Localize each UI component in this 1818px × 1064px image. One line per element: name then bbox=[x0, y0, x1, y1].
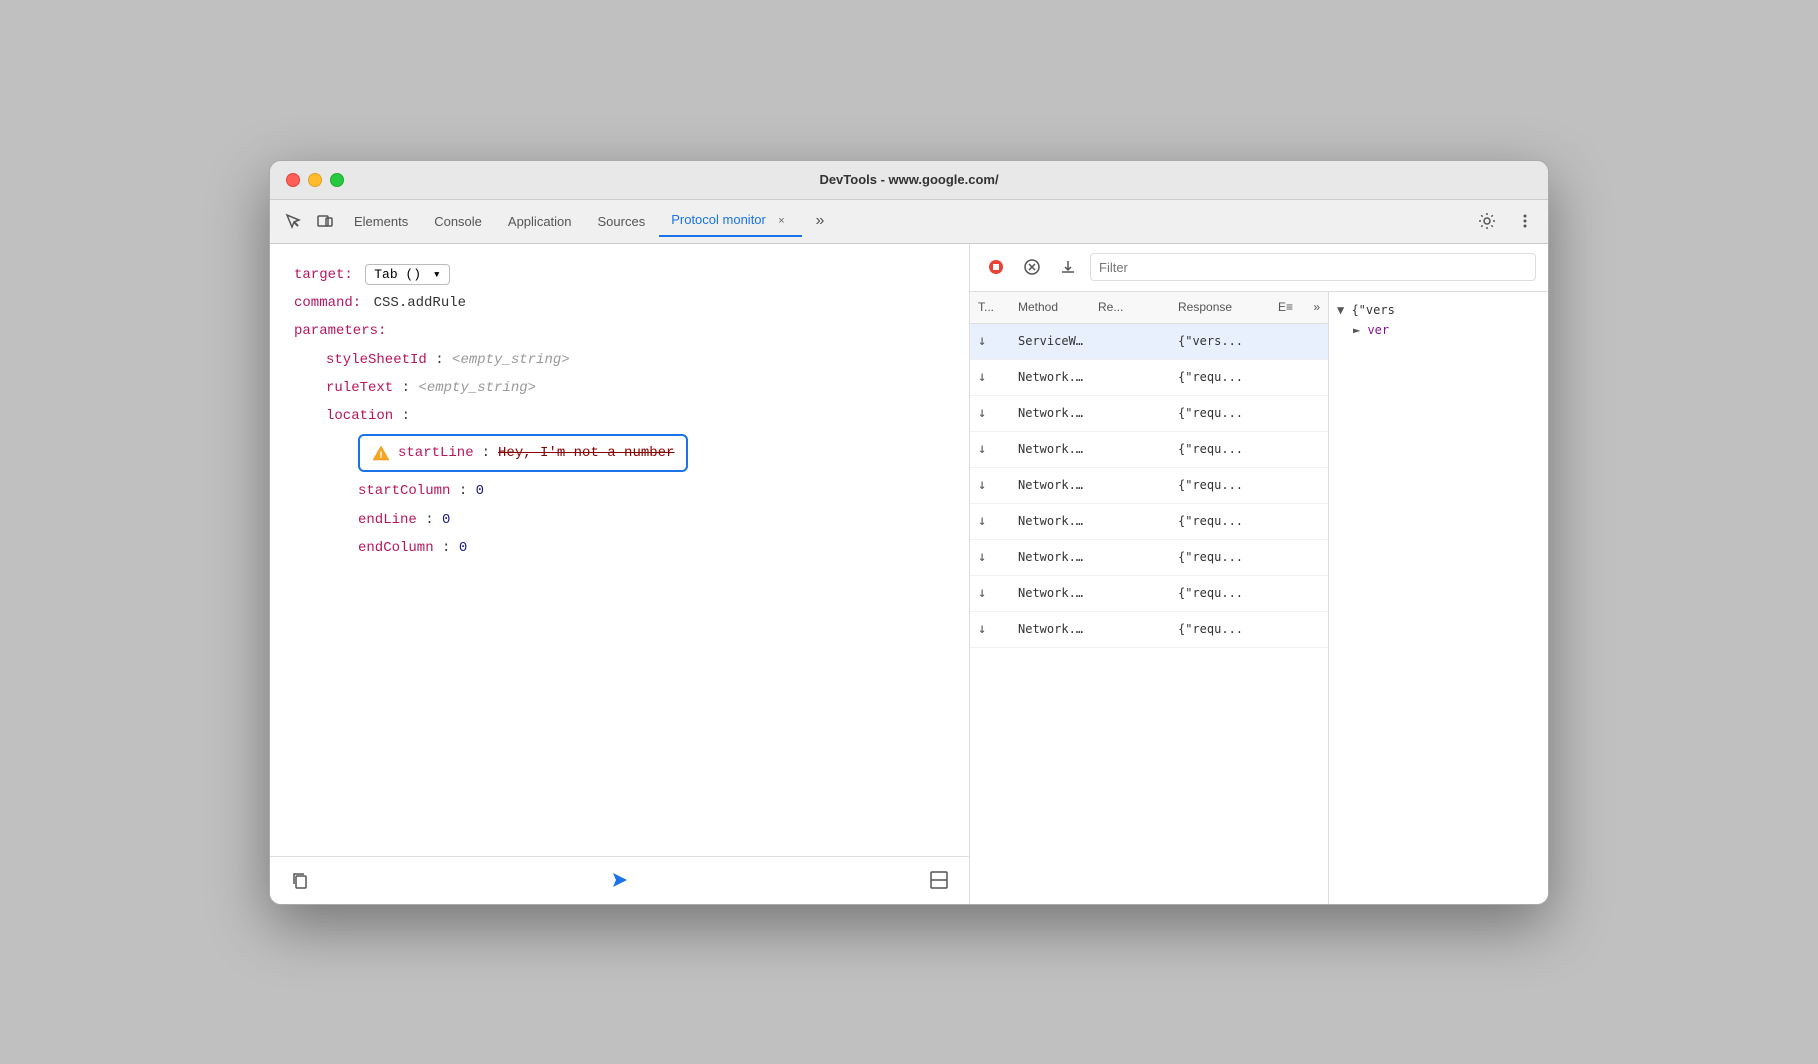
table-row[interactable]: ↓ Network.re... {"requ... bbox=[970, 360, 1328, 396]
col-extra: E≡ » bbox=[1274, 300, 1324, 314]
table-row[interactable]: ↓ Network.re... {"requ... bbox=[970, 396, 1328, 432]
traffic-lights bbox=[286, 173, 344, 187]
settings-icon[interactable] bbox=[1472, 206, 1502, 236]
table-row[interactable]: ↓ ServiceWo... {"vers... bbox=[970, 324, 1328, 360]
param-endColumn: endColumn : 0 bbox=[358, 537, 945, 559]
left-panel: target: Tab () ▾ command: CSS.addRule bbox=[270, 244, 970, 904]
col-request: Re... bbox=[1094, 300, 1174, 314]
protocol-table[interactable]: T... Method Re... Response E≡ » ↓ Servic… bbox=[970, 292, 1328, 904]
tab-sources[interactable]: Sources bbox=[586, 208, 658, 235]
col-response: Response bbox=[1174, 300, 1274, 314]
warning-highlight: ! startLine : Hey, I'm not a number bbox=[358, 434, 688, 472]
svg-text:!: ! bbox=[378, 451, 384, 462]
param-startColumn: startColumn : 0 bbox=[358, 480, 945, 502]
tab-console[interactable]: Console bbox=[422, 208, 494, 235]
clear-button[interactable] bbox=[1018, 253, 1046, 281]
col-method: Method bbox=[1014, 300, 1094, 314]
target-value: Tab () bbox=[374, 267, 421, 282]
devtools-window: DevTools - www.google.com/ Elements Cons… bbox=[269, 160, 1549, 905]
detail-tree: ▼ {"vers ► ver bbox=[1337, 300, 1540, 341]
toggle-panel-icon[interactable] bbox=[925, 866, 953, 894]
tabs-bar: Elements Console Application Sources Pro… bbox=[270, 200, 1548, 244]
tab-close-icon[interactable]: × bbox=[774, 213, 790, 229]
invalid-value: Hey, I'm not a number bbox=[498, 442, 674, 464]
table-header: T... Method Re... Response E≡ » bbox=[970, 292, 1328, 324]
detail-root: ▼ {"vers bbox=[1337, 300, 1540, 320]
device-toggle-icon[interactable] bbox=[310, 206, 340, 236]
more-menu-icon[interactable] bbox=[1510, 206, 1540, 236]
right-panel: T... Method Re... Response E≡ » ↓ Servic… bbox=[970, 244, 1548, 904]
detail-child[interactable]: ► ver bbox=[1353, 320, 1540, 340]
monitor-content: T... Method Re... Response E≡ » ↓ Servic… bbox=[970, 292, 1548, 904]
send-command-button[interactable] bbox=[606, 866, 634, 894]
parameters-label: parameters: bbox=[294, 323, 386, 339]
table-row[interactable]: ↓ Network.lo... {"requ... bbox=[970, 540, 1328, 576]
target-label: target: bbox=[294, 267, 353, 283]
table-row[interactable]: ↓ Network.re... {"requ... bbox=[970, 612, 1328, 648]
row-method: ServiceWo... bbox=[1014, 334, 1094, 348]
tabs-right bbox=[1472, 206, 1540, 236]
expand-columns-button[interactable]: » bbox=[1310, 300, 1320, 314]
param-endLine: endLine : 0 bbox=[358, 509, 945, 531]
left-bottom-toolbar bbox=[270, 856, 969, 904]
filter-input[interactable] bbox=[1090, 253, 1536, 281]
param-ruleText: ruleText : <empty_string> bbox=[326, 377, 945, 399]
dropdown-arrow-icon: ▾ bbox=[433, 267, 441, 282]
command-value: CSS.addRule bbox=[374, 295, 466, 311]
table-row[interactable]: ↓ Network.re... {"requ... bbox=[970, 468, 1328, 504]
param-location: location : bbox=[326, 405, 945, 427]
stop-recording-button[interactable] bbox=[982, 253, 1010, 281]
copy-icon[interactable] bbox=[286, 866, 314, 894]
title-bar: DevTools - www.google.com/ bbox=[270, 161, 1548, 200]
detail-panel: ▼ {"vers ► ver bbox=[1328, 292, 1548, 904]
command-label: command: bbox=[294, 295, 361, 311]
main-content: target: Tab () ▾ command: CSS.addRule bbox=[270, 244, 1548, 904]
tab-elements[interactable]: Elements bbox=[342, 208, 420, 235]
parameters-line: parameters: bbox=[294, 320, 945, 342]
cursor-tool-icon[interactable] bbox=[278, 206, 308, 236]
tab-more-icon[interactable]: » bbox=[804, 206, 837, 236]
target-line: target: Tab () ▾ bbox=[294, 264, 945, 286]
target-select-box[interactable]: Tab () ▾ bbox=[365, 267, 449, 283]
row-response: {"vers... bbox=[1174, 334, 1274, 348]
param-styleSheetId: styleSheetId : <empty_string> bbox=[326, 349, 945, 371]
warning-triangle-icon: ! bbox=[372, 444, 390, 462]
command-area: target: Tab () ▾ command: CSS.addRule bbox=[270, 244, 969, 856]
minimize-button[interactable] bbox=[308, 173, 322, 187]
download-button[interactable] bbox=[1054, 253, 1082, 281]
close-button[interactable] bbox=[286, 173, 300, 187]
maximize-button[interactable] bbox=[330, 173, 344, 187]
monitor-toolbar bbox=[970, 244, 1548, 292]
window-title: DevTools - www.google.com/ bbox=[819, 172, 998, 187]
table-row[interactable]: ↓ Network.re... {"requ... bbox=[970, 432, 1328, 468]
tab-application[interactable]: Application bbox=[496, 208, 584, 235]
table-row[interactable]: ↓ Network.re... {"requ... bbox=[970, 576, 1328, 612]
row-direction: ↓ bbox=[974, 333, 1014, 349]
command-line: command: CSS.addRule bbox=[294, 292, 945, 314]
col-type: T... bbox=[974, 300, 1014, 314]
param-startLine: ! startLine : Hey, I'm not a number bbox=[294, 434, 945, 472]
table-row[interactable]: ↓ Network.re... {"requ... bbox=[970, 504, 1328, 540]
tab-protocol-monitor[interactable]: Protocol monitor × bbox=[659, 206, 801, 237]
